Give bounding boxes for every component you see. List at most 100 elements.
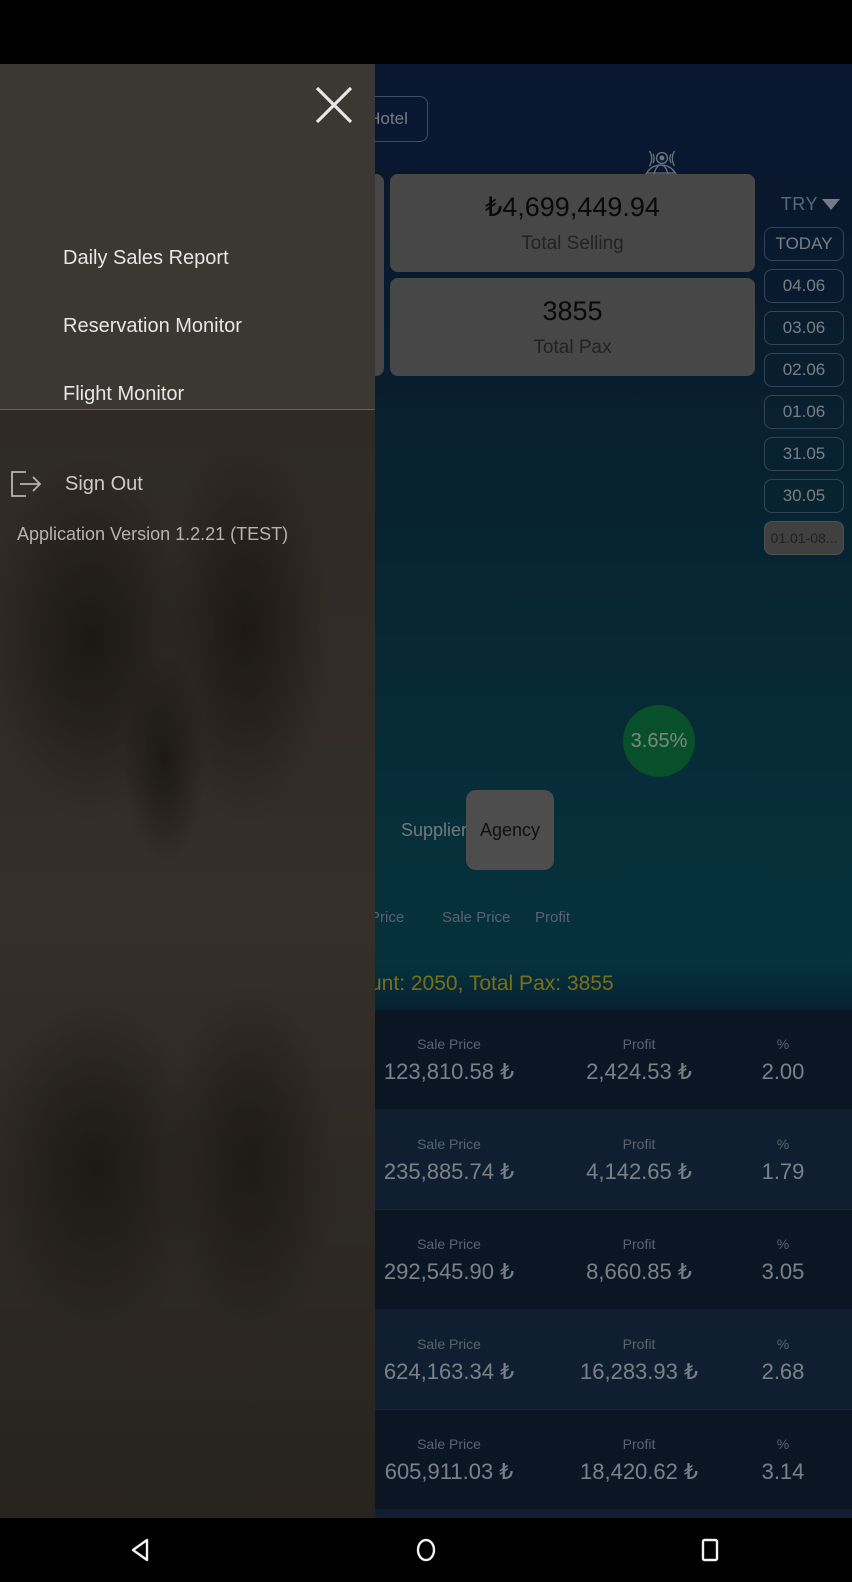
profit-percent-value: 3.65%	[630, 729, 688, 752]
date-btn-today-label: TODAY	[775, 234, 833, 253]
cell-sale-price-value: 624,163.34 ₺	[383, 1359, 515, 1384]
menu-item-flight-monitor[interactable]: Flight Monitor	[0, 360, 375, 428]
sign-out-button[interactable]: Sign Out	[0, 456, 375, 512]
table-row[interactable]: Sale Price 235,885.74 ₺ Profit 4,142.65 …	[374, 1110, 852, 1210]
cell-percent-label: %	[776, 1336, 790, 1352]
toggle-agency[interactable]: Agency	[466, 790, 554, 870]
cell-sale-price-value: 605,911.03 ₺	[384, 1459, 514, 1484]
table-row[interactable]: Sale Price 624,163.34 ₺ Profit 16,283.93…	[374, 1310, 852, 1410]
date-btn-0106[interactable]: 01.06	[764, 395, 844, 429]
cell-sale-price-value: 123,810.58 ₺	[383, 1059, 515, 1084]
cell-percent-value: 1.79	[761, 1159, 805, 1184]
cell-profit-label: Profit	[622, 1436, 656, 1452]
date-btn-0206[interactable]: 02.06	[764, 353, 844, 387]
date-btn-3005-label: 30.05	[782, 486, 826, 505]
cell-percent-label: %	[776, 1236, 790, 1252]
cell-profit-label: Profit	[622, 1236, 656, 1252]
currency-selector[interactable]: TRY	[781, 194, 840, 215]
navigation-drawer: Daily Sales Report Reservation Monitor F…	[0, 64, 375, 1518]
sales-table: Sale Price 123,810.58 ₺ Profit 2,424.53 …	[374, 1010, 852, 1518]
sign-out-icon	[11, 471, 42, 497]
menu-item-reservation-monitor-label: Reservation Monitor	[63, 314, 242, 337]
column-header-sale-price: Sale Price	[442, 909, 511, 926]
card-total-pax-label: Total Pax	[533, 336, 612, 358]
date-btn-range-selected-label: 01.01-08...	[770, 530, 838, 546]
cell-percent-value: 3.14	[761, 1459, 805, 1484]
home-circle-icon[interactable]	[396, 1527, 456, 1573]
date-btn-3105[interactable]: 31.05	[764, 437, 844, 471]
android-nav-bar	[0, 1518, 852, 1582]
cell-percent: % 1.79	[744, 1136, 822, 1185]
date-btn-0406[interactable]: 04.06	[764, 269, 844, 303]
totals-summary-line: unt: 2050, Total Pax: 3855	[370, 972, 614, 995]
drawer-background-photo	[0, 409, 375, 1518]
column-header-price: Price	[370, 909, 405, 926]
cell-profit-value: 8,660.85 ₺	[586, 1259, 692, 1284]
table-row[interactable]: Sale Price 123,810.58 ₺ Profit 2,424.53 …	[374, 1010, 852, 1110]
cell-percent: % 3.05	[744, 1236, 822, 1285]
cell-sale-price-value: 292,545.90 ₺	[383, 1259, 515, 1284]
app-version-label: Application Version 1.2.21 (TEST)	[17, 524, 289, 544]
cell-profit-label: Profit	[622, 1136, 656, 1152]
cell-sale-price: Sale Price 292,545.90 ₺	[374, 1236, 524, 1285]
status-bar	[0, 0, 852, 64]
cell-sale-price-label: Sale Price	[417, 1336, 481, 1352]
menu-item-reservation-monitor[interactable]: Reservation Monitor	[0, 292, 375, 360]
column-header-row: Price Sale Price Profit	[370, 909, 852, 945]
cell-profit-value: 4,142.65 ₺	[586, 1159, 692, 1184]
cell-sale-price: Sale Price 624,163.34 ₺	[374, 1336, 524, 1385]
cell-percent-value: 3.05	[761, 1259, 805, 1284]
drawer-divider	[0, 409, 375, 410]
cell-profit: Profit 8,660.85 ₺	[564, 1236, 714, 1285]
cell-sale-price: Sale Price 605,911.03 ₺	[374, 1436, 524, 1485]
date-btn-3005[interactable]: 30.05	[764, 479, 844, 513]
menu-item-daily-sales-report[interactable]: Daily Sales Report	[0, 224, 375, 292]
date-btn-today[interactable]: TODAY	[764, 227, 844, 261]
cell-sale-price-label: Sale Price	[417, 1236, 481, 1252]
table-row[interactable]: Sale Price 86,191.05 ₺ Profit 256.77 ₺ %…	[374, 1510, 852, 1518]
cell-percent-label: %	[776, 1136, 790, 1152]
date-btn-3105-label: 31.05	[782, 444, 826, 463]
cell-profit: Profit 16,283.93 ₺	[564, 1336, 714, 1385]
summary-cards: ₺4,699,449.94 Total Selling 3855 Total P…	[390, 174, 755, 382]
cell-sale-price-label: Sale Price	[417, 1136, 481, 1152]
drawer-menu: Daily Sales Report Reservation Monitor F…	[0, 224, 375, 428]
source-toggle[interactable]: Supplier Agency	[370, 790, 852, 870]
recents-square-icon[interactable]	[680, 1527, 740, 1573]
date-filter-rail[interactable]: TODAY 04.06 03.06 02.06 01.06 31.05 30.0…	[764, 227, 844, 555]
cell-percent-label: %	[776, 1036, 790, 1052]
cell-sale-price-value: 235,885.74 ₺	[383, 1159, 515, 1184]
cell-sale-price: Sale Price 235,885.74 ₺	[374, 1136, 524, 1185]
date-btn-range-selected[interactable]: 01.01-08...	[764, 521, 844, 555]
date-btn-0306[interactable]: 03.06	[764, 311, 844, 345]
toggle-agency-label: Agency	[479, 819, 541, 840]
cell-percent-label: %	[776, 1436, 790, 1452]
table-row[interactable]: Sale Price 605,911.03 ₺ Profit 18,420.62…	[374, 1410, 852, 1510]
menu-item-daily-sales-report-label: Daily Sales Report	[63, 246, 229, 269]
cell-profit-value: 16,283.93 ₺	[580, 1359, 698, 1384]
card-total-pax-value: 3855	[542, 295, 603, 326]
toggle-supplier[interactable]: Supplier	[390, 790, 478, 870]
profit-percent-bubble: 3.65%	[623, 705, 695, 777]
card-total-selling-label: Total Selling	[521, 232, 624, 254]
cell-profit: Profit 18,420.62 ₺	[564, 1436, 714, 1485]
date-btn-0406-label: 04.06	[782, 276, 826, 295]
toggle-supplier-label: Supplier	[400, 819, 468, 840]
device-screen: Ticket Hotel	[0, 0, 852, 1582]
cell-profit-label: Profit	[622, 1036, 656, 1052]
card-total-selling[interactable]: ₺4,699,449.94 Total Selling	[390, 174, 755, 272]
table-row[interactable]: Sale Price 292,545.90 ₺ Profit 8,660.85 …	[374, 1210, 852, 1310]
close-icon[interactable]	[309, 80, 359, 130]
currency-value: TRY	[780, 194, 818, 214]
sign-out-label: Sign Out	[65, 472, 143, 495]
cell-percent-value: 2.00	[761, 1059, 805, 1084]
cell-profit: Profit 4,142.65 ₺	[564, 1136, 714, 1185]
cell-percent: % 2.00	[744, 1036, 822, 1085]
back-triangle-icon[interactable]	[112, 1527, 172, 1573]
card-total-pax[interactable]: 3855 Total Pax	[390, 278, 755, 376]
cell-percent: % 2.68	[744, 1336, 822, 1385]
date-btn-0306-label: 03.06	[782, 318, 826, 337]
cell-profit-value: 2,424.53 ₺	[586, 1059, 692, 1084]
cell-profit: Profit 2,424.53 ₺	[564, 1036, 714, 1085]
menu-item-flight-monitor-label: Flight Monitor	[63, 382, 185, 405]
